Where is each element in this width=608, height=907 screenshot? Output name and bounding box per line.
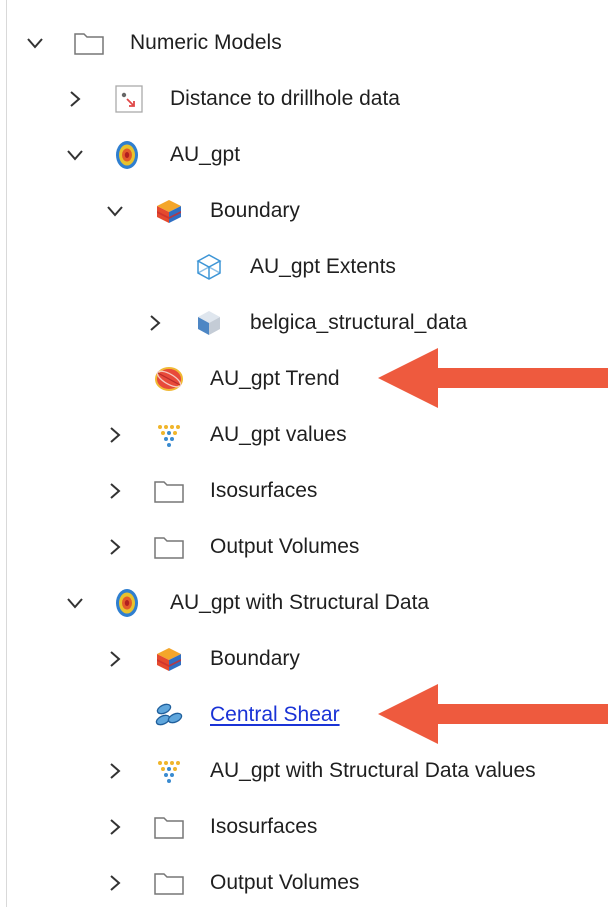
trend-ellipsoid-icon bbox=[155, 367, 183, 391]
tree-item-au-gpt-extents[interactable]: AU_gpt Extents bbox=[0, 247, 608, 287]
chevron-right-icon[interactable] bbox=[144, 312, 166, 334]
tree-item-label: Output Volumes bbox=[210, 535, 360, 558]
interpolant-icon bbox=[116, 589, 138, 617]
annotation-arrow-trend bbox=[378, 348, 608, 408]
tree-item-output-volumes[interactable]: Output Volumes bbox=[0, 527, 608, 567]
tree-item-label: AU_gpt with Structural Data bbox=[170, 591, 430, 614]
boundary-icon bbox=[157, 648, 181, 671]
point-values-icon bbox=[158, 425, 180, 447]
tree-item-label: AU_gpt bbox=[170, 143, 241, 166]
tree-item-boundary[interactable]: Boundary bbox=[0, 639, 608, 679]
chevron-right-icon[interactable] bbox=[104, 816, 126, 838]
chevron-right-icon[interactable] bbox=[104, 424, 126, 446]
tree-item-numeric-models[interactable]: Numeric Models bbox=[0, 23, 608, 63]
chevron-down-icon[interactable] bbox=[24, 32, 46, 54]
chevron-right-icon[interactable] bbox=[104, 648, 126, 670]
folder-icon bbox=[154, 873, 184, 895]
central-shear-link[interactable]: Central Shear bbox=[210, 695, 340, 735]
chevron-right-icon[interactable] bbox=[104, 536, 126, 558]
distance-function-icon bbox=[115, 85, 143, 113]
tree-item-output-volumes[interactable]: Output Volumes bbox=[0, 863, 608, 903]
folder-icon bbox=[154, 537, 184, 559]
chevron-right-icon[interactable] bbox=[104, 480, 126, 502]
tree-item-label: Output Volumes bbox=[210, 871, 360, 894]
tree-item-label: Isosurfaces bbox=[210, 815, 318, 838]
tree-item-label: Isosurfaces bbox=[210, 479, 318, 502]
annotation-arrow-central-shear bbox=[378, 684, 608, 744]
point-values-icon bbox=[158, 761, 180, 783]
tree-item-au-gpt-with-structural-data-values[interactable]: AU_gpt with Structural Data values bbox=[0, 751, 608, 791]
tree-item-boundary[interactable]: Boundary bbox=[0, 191, 608, 231]
chevron-right-icon[interactable] bbox=[104, 872, 126, 894]
boundary-icon bbox=[157, 200, 181, 223]
chevron-right-icon[interactable] bbox=[104, 760, 126, 782]
tree-item-distance-to-drillhole-data[interactable]: Distance to drillhole data bbox=[0, 79, 608, 119]
chevron-down-icon[interactable] bbox=[64, 592, 86, 614]
chevron-down-icon[interactable] bbox=[64, 144, 86, 166]
structural-discs-icon bbox=[155, 703, 183, 726]
tree-item-label: Distance to drillhole data bbox=[170, 87, 400, 110]
tree-item-label: AU_gpt Trend bbox=[210, 367, 340, 390]
tree-item-label: AU_gpt Extents bbox=[250, 255, 396, 278]
cube-icon bbox=[198, 311, 220, 335]
tree-item-label: Boundary bbox=[210, 199, 300, 222]
extents-box-icon bbox=[196, 254, 222, 280]
folder-icon bbox=[154, 817, 184, 839]
tree-item-label: AU_gpt values bbox=[210, 423, 347, 446]
tree-item-au-gpt[interactable]: AU_gpt bbox=[0, 135, 608, 175]
tree-item-label: belgica_structural_data bbox=[250, 311, 468, 334]
tree-item-belgica-structural-data[interactable]: belgica_structural_data bbox=[0, 303, 608, 343]
tree-item-label: AU_gpt with Structural Data values bbox=[210, 759, 536, 782]
interpolant-icon bbox=[116, 141, 138, 169]
folder-icon bbox=[154, 481, 184, 503]
folder-icon bbox=[74, 33, 104, 55]
tree-item-au-gpt-values[interactable]: AU_gpt values bbox=[0, 415, 608, 455]
chevron-down-icon[interactable] bbox=[104, 200, 126, 222]
tree-item-label: Boundary bbox=[210, 647, 300, 670]
chevron-right-icon[interactable] bbox=[64, 88, 86, 110]
tree-item-isosurfaces[interactable]: Isosurfaces bbox=[0, 471, 608, 511]
tree-item-isosurfaces[interactable]: Isosurfaces bbox=[0, 807, 608, 847]
tree-item-au-gpt-with-structural-data[interactable]: AU_gpt with Structural Data bbox=[0, 583, 608, 623]
tree-item-label: Numeric Models bbox=[130, 31, 282, 54]
